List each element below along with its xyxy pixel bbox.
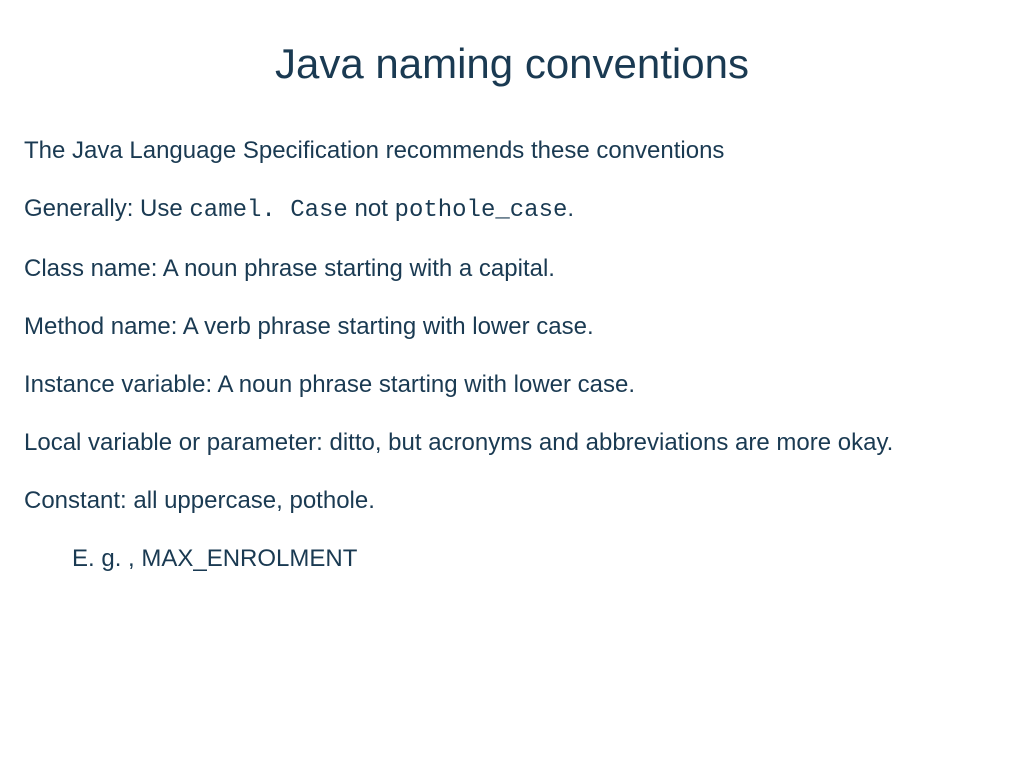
generally-mid: not [348, 195, 395, 222]
code-camelcase: camel. Case [189, 197, 347, 224]
generally-suffix: . [567, 195, 574, 222]
code-potholecase: pothole_case [395, 197, 568, 224]
local-var-text: Local variable or parameter: ditto, but … [24, 428, 1004, 458]
method-name-text: Method name: A verb phrase starting with… [24, 312, 1004, 342]
example-text: E. g. , MAX_ENROLMENT [24, 544, 1004, 574]
instance-var-text: Instance variable: A noun phrase startin… [24, 370, 1004, 400]
intro-text: The Java Language Specification recommen… [24, 136, 1004, 166]
slide-title: Java naming conventions [20, 40, 1004, 88]
generally-prefix: Generally: Use [24, 195, 189, 222]
constant-text: Constant: all uppercase, pothole. [24, 486, 1004, 516]
generally-text: Generally: Use camel. Case not pothole_c… [24, 194, 1004, 226]
class-name-text: Class name: A noun phrase starting with … [24, 254, 1004, 284]
slide-content: The Java Language Specification recommen… [20, 136, 1004, 574]
